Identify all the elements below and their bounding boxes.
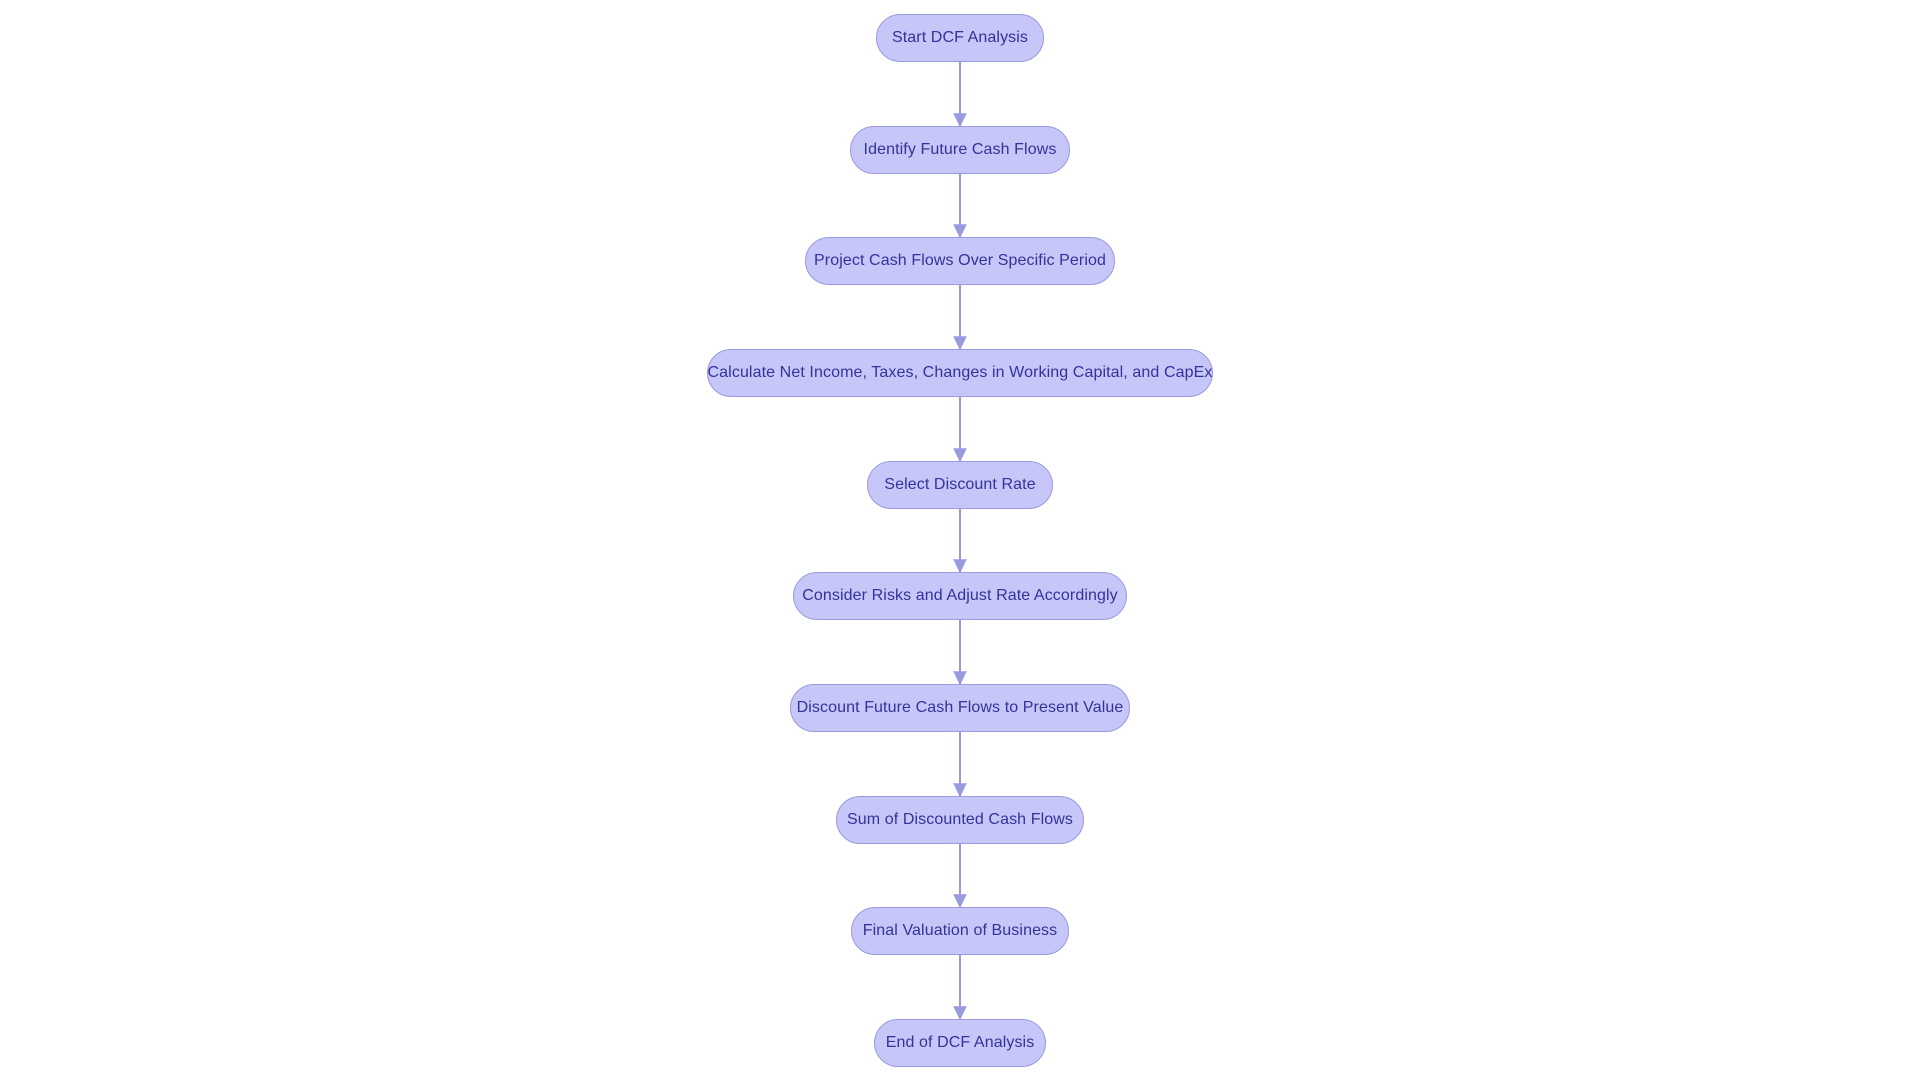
flow-node-label: Final Valuation of Business bbox=[862, 922, 1058, 939]
flow-node-label: Identify Future Cash Flows bbox=[863, 141, 1057, 158]
flow-node-consider-risks[interactable]: Consider Risks and Adjust Rate According… bbox=[793, 572, 1127, 620]
flow-node-sum[interactable]: Sum of Discounted Cash Flows bbox=[836, 796, 1084, 844]
flow-node-start[interactable]: Start DCF Analysis bbox=[876, 14, 1044, 62]
flow-node-project[interactable]: Project Cash Flows Over Specific Period bbox=[805, 237, 1115, 285]
flow-node-label: End of DCF Analysis bbox=[885, 1034, 1035, 1051]
flowchart-canvas: Start DCF Analysis Identify Future Cash F… bbox=[0, 0, 1920, 1080]
flow-node-label: Project Cash Flows Over Specific Period bbox=[814, 252, 1107, 269]
flow-node-label: Discount Future Cash Flows to Present Va… bbox=[796, 699, 1124, 716]
flow-node-final[interactable]: Final Valuation of Business bbox=[851, 907, 1069, 955]
flow-node-identify[interactable]: Identify Future Cash Flows bbox=[850, 126, 1070, 174]
flow-node-discount[interactable]: Discount Future Cash Flows to Present Va… bbox=[790, 684, 1130, 732]
flow-node-end[interactable]: End of DCF Analysis bbox=[874, 1019, 1046, 1067]
flow-node-label: Start DCF Analysis bbox=[891, 29, 1029, 46]
flow-node-calculate[interactable]: Calculate Net Income, Taxes, Changes in … bbox=[707, 349, 1213, 397]
flow-node-label: Select Discount Rate bbox=[884, 476, 1036, 493]
flow-node-label: Consider Risks and Adjust Rate According… bbox=[802, 587, 1118, 604]
flow-node-label: Calculate Net Income, Taxes, Changes in … bbox=[707, 364, 1213, 381]
flow-node-label: Sum of Discounted Cash Flows bbox=[847, 811, 1074, 828]
flow-node-select-rate[interactable]: Select Discount Rate bbox=[867, 461, 1053, 509]
